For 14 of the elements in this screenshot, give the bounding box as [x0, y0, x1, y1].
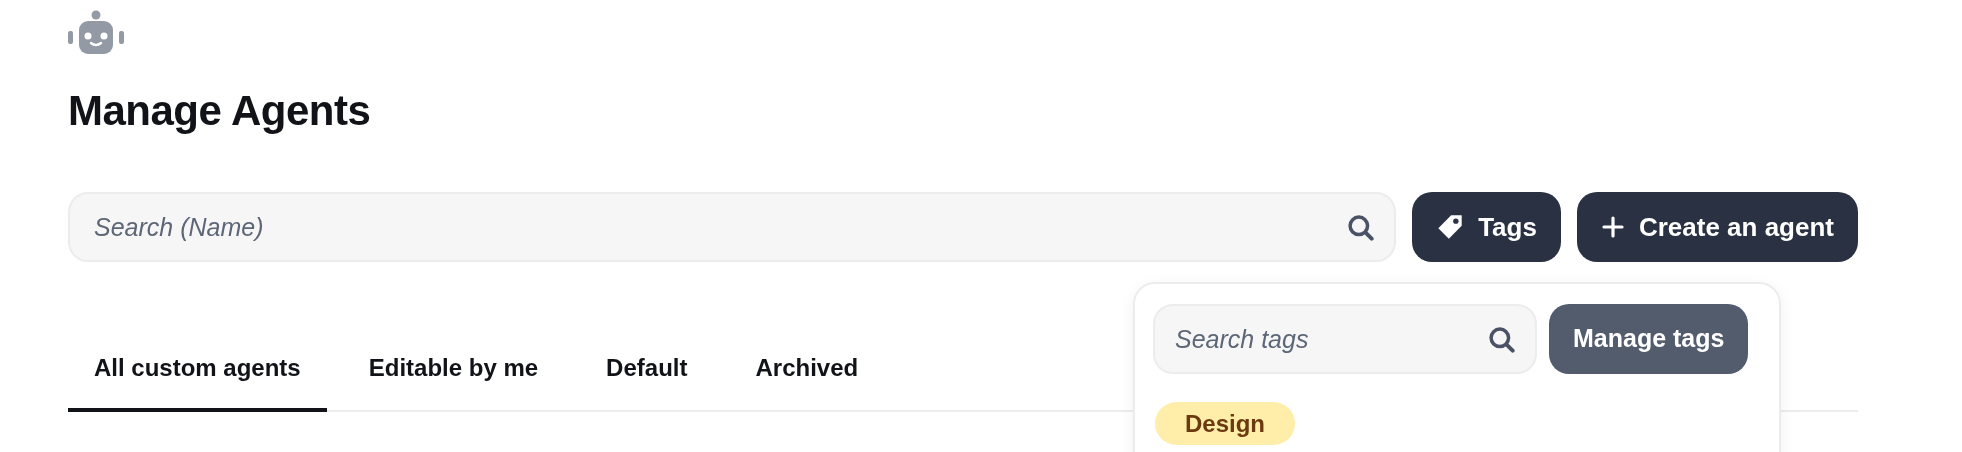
robot-icon [68, 10, 124, 56]
search-icon [1487, 325, 1515, 353]
manage-tags-button[interactable]: Manage tags [1549, 304, 1749, 374]
page-title: Manage Agents [68, 86, 372, 136]
tab[interactable]: All custom agents [68, 338, 327, 413]
tag-chip[interactable]: Design [1155, 402, 1295, 446]
tab[interactable]: Editable by me [342, 338, 565, 413]
tab[interactable]: Archived [729, 338, 885, 413]
search-field[interactable]: Search (Name) [68, 192, 1397, 263]
create-agent-button[interactable]: Create an agent [1576, 192, 1858, 263]
tag-search-field[interactable]: Search tags [1153, 304, 1537, 374]
tab[interactable]: Default [580, 338, 714, 413]
search-icon [1346, 213, 1375, 242]
tags-button[interactable]: Tags [1412, 192, 1561, 263]
